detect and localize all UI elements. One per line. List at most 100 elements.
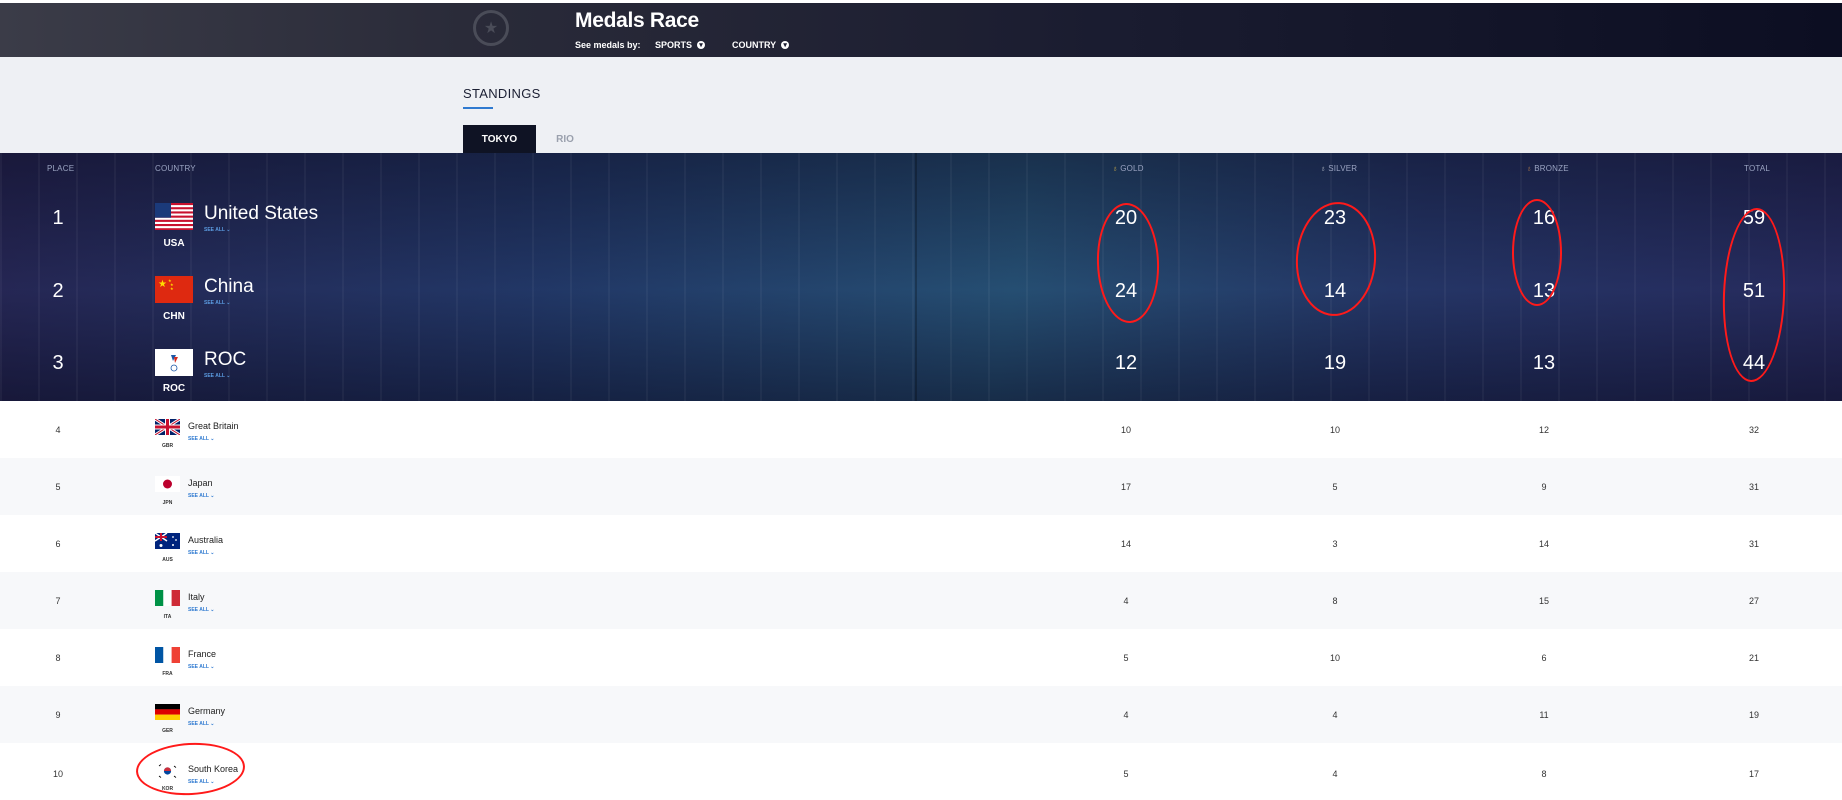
total-count: 27 [1748, 596, 1759, 606]
chevron-down-icon: ▾ [781, 41, 790, 49]
see-all-link[interactable]: SEE ALL ⌄ [188, 436, 214, 442]
total-count: 31 [1748, 482, 1759, 492]
country-name[interactable]: United States [204, 203, 318, 225]
flag-australia-icon [155, 533, 180, 549]
table-row: 8 FRA France SEE ALL ⌄ 5 10 6 21 [0, 629, 1842, 686]
gold-count: 5 [1123, 769, 1129, 779]
gold-count: 4 [1123, 710, 1129, 720]
see-all-link[interactable]: SEE ALL ⌄ [188, 721, 214, 727]
country-code: AUS [162, 557, 173, 563]
country-name[interactable]: Italy [188, 592, 205, 602]
filter-country[interactable]: COUNTRY ▾ [732, 40, 790, 50]
see-all-label: SEE ALL [188, 493, 209, 499]
gold-count: 5 [1123, 653, 1129, 663]
see-medals-by-label: See medals by: [575, 40, 641, 50]
column-header-country: COUNTRY [155, 164, 196, 173]
standings-underline [463, 107, 493, 109]
country-name[interactable]: France [188, 649, 216, 659]
country-code: JPN [162, 500, 173, 506]
bronze-count: 14 [1538, 539, 1549, 549]
see-all-label: SEE ALL [188, 664, 209, 670]
place-number: 4 [55, 425, 61, 435]
tab-tokyo[interactable]: TOKYO [463, 125, 536, 153]
bronze-count: 9 [1541, 482, 1547, 492]
column-header-bronze: ♁ BRONZE [1526, 164, 1569, 173]
see-all-link[interactable]: SEE ALL ⌄ [188, 493, 214, 499]
gold-count: 12 [1114, 352, 1138, 374]
country-name[interactable]: China [204, 276, 254, 298]
see-all-label: SEE ALL [188, 550, 209, 556]
column-header-gold-label: GOLD [1120, 164, 1144, 173]
column-header-gold: ♁ GOLD [1112, 164, 1144, 173]
country-code: ITA [163, 614, 172, 620]
flag-italy-icon [155, 590, 180, 606]
silver-count: 10 [1329, 653, 1340, 663]
see-all-link[interactable]: SEE ALL ⌄ [204, 373, 230, 379]
roc-emblem-icon [155, 349, 193, 376]
gold-count: 4 [1123, 596, 1129, 606]
standings-section [0, 57, 1842, 153]
total-count: 31 [1748, 539, 1759, 549]
silver-count: 8 [1332, 596, 1338, 606]
see-all-label: SEE ALL [204, 227, 225, 233]
silver-count: 3 [1332, 539, 1338, 549]
see-all-label: SEE ALL [204, 373, 225, 379]
gold-count: 10 [1120, 425, 1131, 435]
gold-count: 14 [1120, 539, 1131, 549]
flag-usa-icon [155, 203, 193, 230]
flag-germany-icon [155, 704, 180, 720]
see-all-label: SEE ALL [188, 436, 209, 442]
silver-count: 4 [1332, 710, 1338, 720]
country-code: GBR [161, 443, 174, 449]
country-name[interactable]: ROC [204, 349, 246, 371]
bronze-count: 13 [1532, 352, 1556, 374]
flag-gbr-icon [155, 419, 180, 435]
column-header-silver: ♁ SILVER [1320, 164, 1357, 173]
filter-sports-label: SPORTS [655, 40, 693, 50]
medals-race-header: ★ Medals Race See medals by: SPORTS ▾ CO… [0, 3, 1842, 57]
see-all-link[interactable]: SEE ALL ⌄ [188, 607, 214, 613]
table-row: 4 GBR Great Britain SEE ALL ⌄ 10 10 12 3… [0, 401, 1842, 458]
svg-text:★: ★ [170, 286, 174, 291]
see-all-link[interactable]: SEE ALL ⌄ [188, 550, 214, 556]
place-number: 1 [52, 207, 64, 229]
table-row: 10 KOR South Korea SEE ALL ⌄ 5 4 8 17 [0, 743, 1842, 800]
place-number: 10 [52, 769, 63, 779]
annotation-circle-bronze [1512, 199, 1562, 306]
total-count: 19 [1748, 710, 1759, 720]
bronze-count: 15 [1538, 596, 1549, 606]
country-name[interactable]: Great Britain [188, 421, 239, 431]
country-name[interactable]: Germany [188, 706, 225, 716]
country-code: FRA [162, 671, 173, 677]
see-all-link[interactable]: SEE ALL ⌄ [204, 300, 230, 306]
place-number: 7 [55, 596, 61, 606]
page-title: Medals Race [575, 9, 699, 32]
standings-title: STANDINGS [463, 86, 541, 101]
column-header-silver-label: SILVER [1328, 164, 1358, 173]
country-name[interactable]: Japan [188, 478, 213, 488]
country-code: ROC [162, 383, 186, 394]
column-header-bronze-label: BRONZE [1534, 164, 1569, 173]
total-count: 32 [1748, 425, 1759, 435]
table-row: 6 AUS Australia SEE ALL ⌄ 14 3 14 31 [0, 515, 1842, 572]
tab-rio[interactable]: RIO [540, 125, 590, 153]
see-all-link[interactable]: SEE ALL ⌄ [204, 227, 230, 233]
bronze-medal-icon: ♁ [1526, 164, 1533, 173]
country-name[interactable]: Australia [188, 535, 223, 545]
bronze-count: 12 [1538, 425, 1549, 435]
gold-medal-icon: ♁ [1112, 164, 1119, 173]
bronze-count: 11 [1539, 710, 1549, 720]
place-number: 8 [55, 653, 61, 663]
filter-country-label: COUNTRY [732, 40, 777, 50]
place-number: 3 [52, 352, 64, 374]
total-count: 17 [1748, 769, 1759, 779]
filter-sports[interactable]: SPORTS ▾ [655, 40, 706, 50]
see-all-link[interactable]: SEE ALL ⌄ [188, 664, 214, 670]
silver-count: 4 [1332, 769, 1338, 779]
see-all-label: SEE ALL [204, 300, 225, 306]
flag-japan-icon [155, 476, 180, 492]
place-number: 2 [52, 280, 64, 302]
flag-china-icon: ★ ★ ★ ★ [155, 276, 193, 303]
table-row: 9 GER Germany SEE ALL ⌄ 4 4 11 19 [0, 686, 1842, 743]
silver-count: 5 [1332, 482, 1338, 492]
